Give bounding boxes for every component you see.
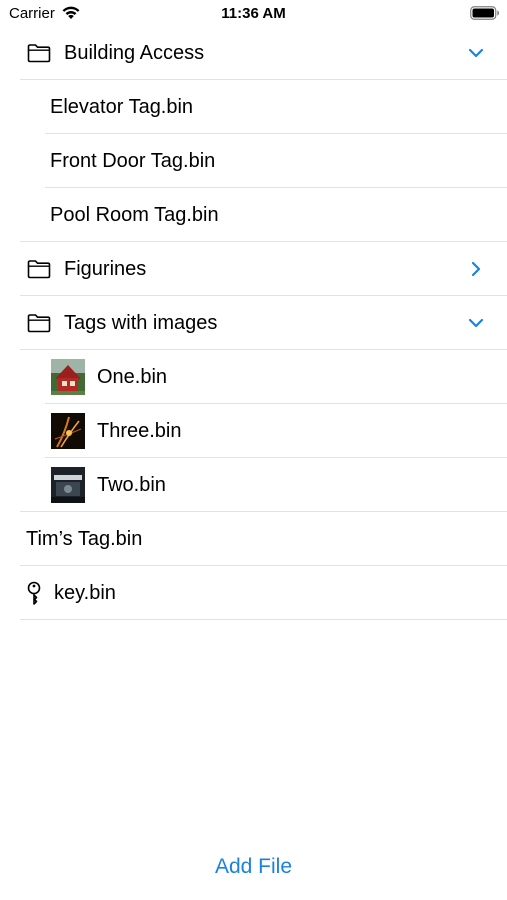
file-label: One.bin [97, 365, 168, 388]
folder-row-tags-with-images[interactable]: Tags with images [0, 296, 507, 350]
folder-label: Building Access [64, 41, 205, 64]
file-label: key.bin [54, 581, 116, 604]
file-row-front-door-tag[interactable]: Front Door Tag.bin [0, 134, 507, 188]
folder-row-figurines[interactable]: Figurines [0, 242, 507, 296]
file-label: Elevator Tag.bin [50, 95, 194, 118]
row-divider [20, 619, 507, 620]
folder-label: Tags with images [64, 311, 218, 334]
file-list: Building Access Elevator Tag.bin Front D… [0, 26, 507, 620]
cabin-thumbnail [51, 359, 85, 395]
chevron-down-icon[interactable] [467, 313, 485, 333]
file-row-elevator-tag[interactable]: Elevator Tag.bin [0, 80, 507, 134]
folder-row-building-access[interactable]: Building Access [0, 26, 507, 80]
file-row-three[interactable]: Three.bin [0, 404, 507, 458]
folder-icon [27, 314, 51, 333]
add-file-button[interactable]: Add File [0, 855, 507, 879]
file-row-two[interactable]: Two.bin [0, 458, 507, 512]
chevron-down-icon[interactable] [467, 43, 485, 63]
file-row-pool-room-tag[interactable]: Pool Room Tag.bin [0, 188, 507, 242]
battery-icon [470, 6, 499, 20]
folder-icon [27, 260, 51, 279]
status-bar: Carrier 11:36 AM [0, 0, 507, 26]
file-row-key[interactable]: key.bin [0, 566, 507, 620]
file-label: Tim’s Tag.bin [26, 527, 143, 550]
file-label: Three.bin [97, 419, 182, 442]
file-label: Pool Room Tag.bin [50, 203, 219, 226]
file-label: Front Door Tag.bin [50, 149, 216, 172]
folder-label: Figurines [64, 257, 147, 280]
sparkler-thumbnail [51, 413, 85, 449]
storefront-thumbnail [51, 467, 85, 503]
folder-icon [27, 44, 51, 63]
key-icon [27, 581, 41, 605]
file-row-one[interactable]: One.bin [0, 350, 507, 404]
status-time: 11:36 AM [221, 5, 286, 22]
file-label: Two.bin [97, 473, 166, 496]
chevron-right-icon[interactable] [467, 259, 485, 279]
file-row-tims-tag[interactable]: Tim’s Tag.bin [0, 512, 507, 566]
